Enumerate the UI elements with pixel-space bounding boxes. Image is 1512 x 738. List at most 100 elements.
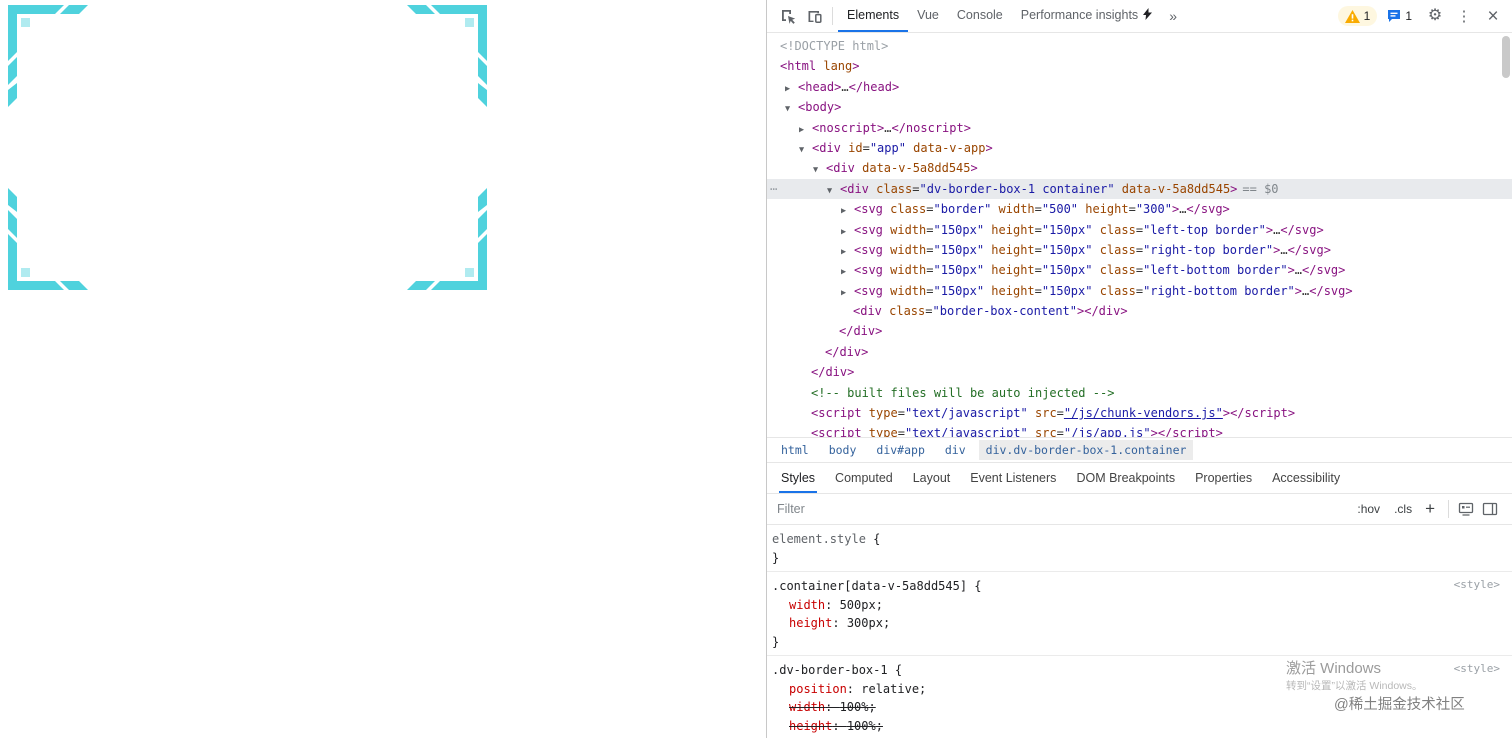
warnings-badge[interactable]: 1 — [1337, 6, 1378, 26]
tab-accessibility[interactable]: Accessibility — [1262, 463, 1350, 493]
dom-tree: <!DOCTYPE html> <html lang> ▶ <head>…</head… — [767, 33, 1512, 437]
tab-elements[interactable]: Elements — [838, 0, 909, 32]
css-declaration[interactable]: position: relative; — [772, 680, 1512, 699]
property-value: 100% — [846, 718, 876, 733]
twisty-collapsed-icon[interactable]: ▶ — [799, 120, 812, 140]
dom-tree-row[interactable]: </div> — [767, 342, 1512, 362]
twisty-expanded-icon[interactable]: ▼ — [785, 99, 798, 119]
dom-tree-row[interactable]: ▶ <noscript>…</noscript> — [767, 118, 1512, 138]
code-token: > — [1230, 181, 1238, 196]
rule-selector: .container[data-v-5a8dd545] — [772, 579, 968, 593]
tab-console[interactable]: Console — [948, 0, 1012, 32]
device-toolbar-icon — [808, 10, 822, 23]
breadcrumb-item[interactable]: div — [938, 440, 973, 460]
code-token: "150px" — [1041, 283, 1093, 298]
code-token: "text/javascript" — [904, 406, 1028, 421]
breadcrumb-item[interactable]: body — [822, 440, 864, 460]
computed-sidebar-toggle-button[interactable] — [1478, 497, 1502, 521]
dom-tree-row[interactable]: ▶ <svg width="150px" height="150px" class… — [767, 281, 1512, 301]
device-toolbar-button[interactable] — [801, 3, 827, 29]
inspect-element-button[interactable] — [775, 3, 801, 29]
style-source-link[interactable]: <style> — [1454, 662, 1500, 675]
property-name: position — [789, 681, 847, 696]
dom-tree-row[interactable]: <!DOCTYPE html> — [767, 36, 1512, 56]
twisty-collapsed-icon[interactable]: ▶ — [841, 262, 854, 282]
css-declaration[interactable]: height: 100%; — [772, 717, 1512, 736]
twisty-expanded-icon[interactable]: ▼ — [813, 160, 826, 180]
dom-tree-row[interactable]: ▶ <svg class="border" width="500" height=… — [767, 199, 1512, 219]
style-rule-section[interactable]: <style> .dv-border-box-1 {position: relat… — [767, 656, 1512, 738]
dom-tree-row[interactable]: </div> — [767, 321, 1512, 341]
issues-badge[interactable]: 1 — [1380, 6, 1419, 26]
style-rule-section[interactable]: <style> .container[data-v-5a8dd545] {widt… — [767, 572, 1512, 656]
twisty-collapsed-icon[interactable]: ▶ — [841, 201, 854, 221]
property-name: height — [789, 718, 833, 733]
tab-vue[interactable]: Vue — [908, 0, 948, 32]
tab-label: Vue — [917, 8, 939, 22]
css-declaration[interactable]: height: 300px; — [772, 614, 1512, 633]
dom-tree-row[interactable]: ⋯ ▼ <div class="dv-border-box-1 container"… — [767, 178, 1512, 201]
dom-tree-row[interactable]: ▼ <div data-v-5a8dd545> — [767, 158, 1512, 178]
twisty-collapsed-icon[interactable]: ▶ — [841, 242, 854, 262]
code-token: height — [984, 222, 1035, 237]
code-token: = — [1034, 202, 1042, 217]
twisty-collapsed-icon[interactable]: ▶ — [841, 283, 854, 303]
code-token: <div — [853, 304, 882, 319]
twisty-collapsed-icon[interactable]: ▶ — [841, 222, 854, 242]
row-actions-icon[interactable]: ⋯ — [770, 179, 777, 199]
tab-computed[interactable]: Computed — [825, 463, 903, 493]
breadcrumb-item[interactable]: html — [774, 440, 816, 460]
code-token: <svg — [854, 242, 883, 257]
dom-tree-row[interactable]: </div> — [767, 362, 1512, 382]
code-token: width — [991, 202, 1035, 217]
more-tabs-button[interactable]: » — [1161, 8, 1185, 24]
dom-tree-row[interactable]: <div class="border-box-content"></div> — [767, 301, 1512, 321]
code-token: <html — [780, 59, 817, 74]
dom-tree-row[interactable]: <script type="text/javascript" src="/js/… — [767, 403, 1512, 423]
code-token: "left-top border" — [1143, 222, 1266, 237]
element-style-section[interactable]: element.style { } — [767, 525, 1512, 572]
breadcrumb-item[interactable]: div.dv-border-box-1.container — [978, 440, 1194, 460]
css-declaration[interactable]: width: 100%; — [772, 698, 1512, 717]
dom-tree-row[interactable]: ▼ <div id="app" data-v-app> — [767, 138, 1512, 158]
code-token: </svg> — [1287, 242, 1331, 257]
dom-tree-row[interactable]: ▶ <svg width="150px" height="150px" class… — [767, 240, 1512, 260]
tab-performance-insights[interactable]: Performance insights — [1012, 0, 1161, 32]
tab-event-listeners[interactable]: Event Listeners — [960, 463, 1066, 493]
code-token: = — [926, 202, 934, 217]
dv-border-box-1 — [8, 5, 487, 290]
dom-tree-row[interactable]: ▼ <body> — [767, 97, 1512, 117]
toolbar-divider — [832, 7, 833, 25]
code-token: height — [984, 283, 1035, 298]
twisty-collapsed-icon[interactable]: ▶ — [785, 79, 798, 99]
settings-button[interactable]: ⚙ — [1422, 3, 1448, 29]
twisty-expanded-icon[interactable]: ▼ — [827, 181, 840, 201]
element-classes-toggle[interactable]: .cls — [1394, 502, 1412, 516]
dom-tree-row[interactable]: ▶ <head>…</head> — [767, 77, 1512, 97]
dom-tree-row[interactable]: <html lang> — [767, 56, 1512, 76]
code-token: height — [984, 242, 1035, 257]
devtools-menu-button[interactable]: ⋮ — [1451, 3, 1477, 29]
code-token: > — [970, 161, 978, 176]
breadcrumb-item[interactable]: div#app — [869, 440, 931, 460]
tab-layout[interactable]: Layout — [903, 463, 961, 493]
dom-tree-row[interactable]: <!-- built files will be auto injected -… — [767, 383, 1512, 403]
pseudo-state-toggle[interactable]: :hov — [1357, 502, 1380, 516]
code-token: <script — [811, 426, 862, 437]
code-token: width — [882, 283, 927, 298]
code-token: data-v-5a8dd545 — [854, 161, 971, 176]
rendering-emulations-button[interactable] — [1454, 497, 1478, 521]
tab-styles[interactable]: Styles — [771, 463, 825, 493]
twisty-expanded-icon[interactable]: ▼ — [799, 140, 812, 160]
new-style-rule-button[interactable]: + — [1425, 500, 1435, 517]
styles-filter-input[interactable]: Filter — [777, 502, 1350, 516]
close-devtools-button[interactable]: × — [1480, 3, 1506, 29]
dom-tree-row[interactable]: ▶ <svg width="150px" height="150px" class… — [767, 260, 1512, 280]
code-token: <!-- built files will be auto injected -… — [811, 385, 1115, 400]
dom-tree-row[interactable]: <script type="text/javascript" src="/js/… — [767, 423, 1512, 437]
css-declaration[interactable]: width: 500px; — [772, 596, 1512, 615]
style-source-link[interactable]: <style> — [1454, 578, 1500, 591]
tab-properties[interactable]: Properties — [1185, 463, 1262, 493]
dom-tree-row[interactable]: ▶ <svg width="150px" height="150px" class… — [767, 220, 1512, 240]
tab-dom-breakpoints[interactable]: DOM Breakpoints — [1066, 463, 1185, 493]
